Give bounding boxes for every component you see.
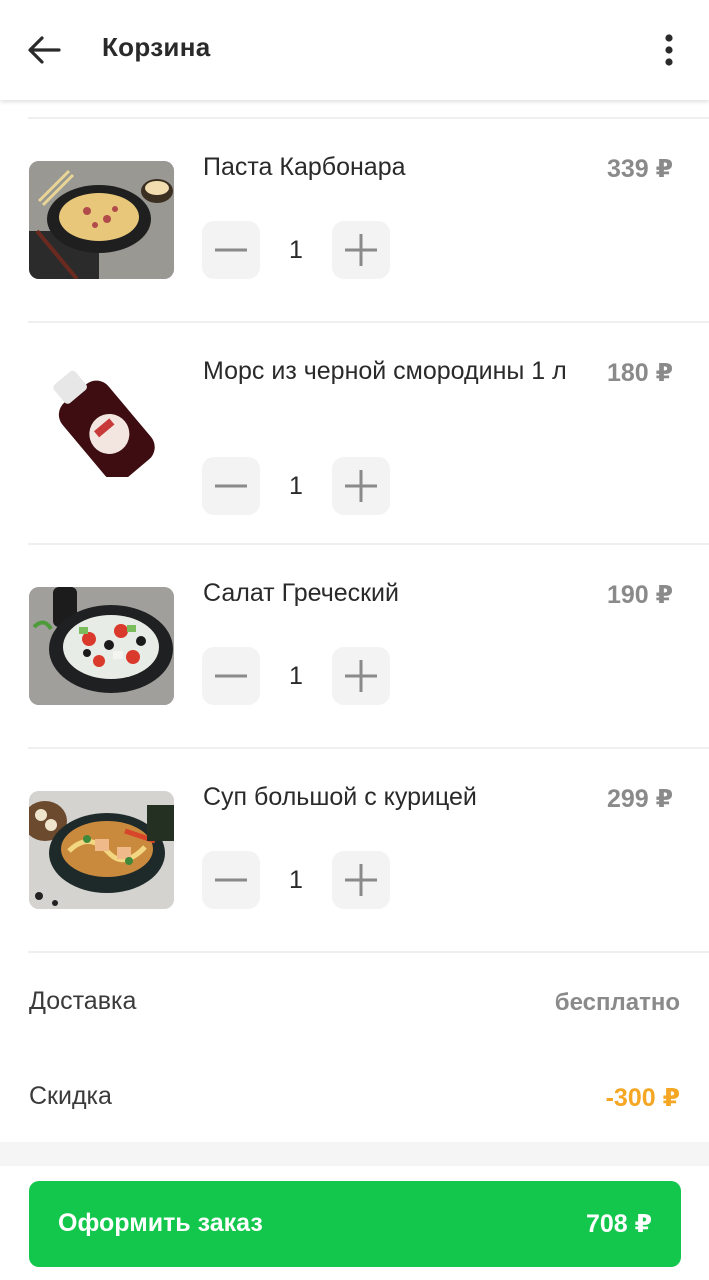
quantity-value: 1	[289, 662, 303, 690]
delivery-label: Доставка	[29, 987, 137, 1015]
quantity-value: 1	[289, 236, 303, 264]
checkout-button[interactable]: Оформить заказ 708 ₽	[29, 1181, 681, 1267]
product-image-greek-salad[interactable]	[29, 587, 174, 705]
discount-label: Скидка	[29, 1082, 112, 1110]
decrease-quantity-button[interactable]	[202, 647, 260, 705]
increase-quantity-button[interactable]	[332, 457, 390, 515]
checkout-button-label: Оформить заказ	[58, 1209, 263, 1237]
product-image-mors[interactable]	[29, 359, 174, 477]
product-name: Салат Греческий	[203, 579, 399, 607]
minus-icon	[215, 248, 247, 252]
arrow-left-icon	[28, 36, 61, 64]
product-image-chicken-soup[interactable]	[29, 791, 174, 909]
product-price: 190 ₽	[606, 581, 673, 609]
more-menu-button[interactable]	[647, 26, 691, 74]
quantity-value: 1	[289, 866, 303, 894]
delivery-value: бесплатно	[554, 989, 680, 1016]
divider	[28, 321, 709, 323]
product-price: 299 ₽	[606, 785, 673, 813]
minus-icon	[215, 674, 247, 678]
discount-value: -300 ₽	[605, 1084, 680, 1112]
increase-quantity-button[interactable]	[332, 221, 390, 279]
plus-icon	[345, 864, 377, 896]
product-image-pasta[interactable]	[29, 161, 174, 279]
plus-icon	[345, 470, 377, 502]
decrease-quantity-button[interactable]	[202, 221, 260, 279]
app-header: Корзина	[0, 0, 709, 100]
divider	[28, 117, 709, 119]
increase-quantity-button[interactable]	[332, 851, 390, 909]
back-button[interactable]	[22, 28, 66, 72]
decrease-quantity-button[interactable]	[202, 851, 260, 909]
product-name: Суп большой с курицей	[203, 783, 477, 811]
decrease-quantity-button[interactable]	[202, 457, 260, 515]
quantity-value: 1	[289, 472, 303, 500]
minus-icon	[215, 878, 247, 882]
product-name: Паста Карбонара	[203, 153, 406, 181]
product-name: Морс из черной смородины 1 л	[203, 357, 567, 385]
more-vertical-icon	[665, 34, 673, 66]
plus-icon	[345, 660, 377, 692]
divider	[28, 951, 709, 953]
plus-icon	[345, 234, 377, 266]
product-price: 339 ₽	[606, 155, 673, 183]
divider	[28, 543, 709, 545]
checkout-total: 708 ₽	[585, 1210, 652, 1238]
divider	[28, 747, 709, 749]
increase-quantity-button[interactable]	[332, 647, 390, 705]
product-price: 180 ₽	[606, 359, 673, 387]
minus-icon	[215, 484, 247, 488]
page-title: Корзина	[102, 32, 211, 62]
